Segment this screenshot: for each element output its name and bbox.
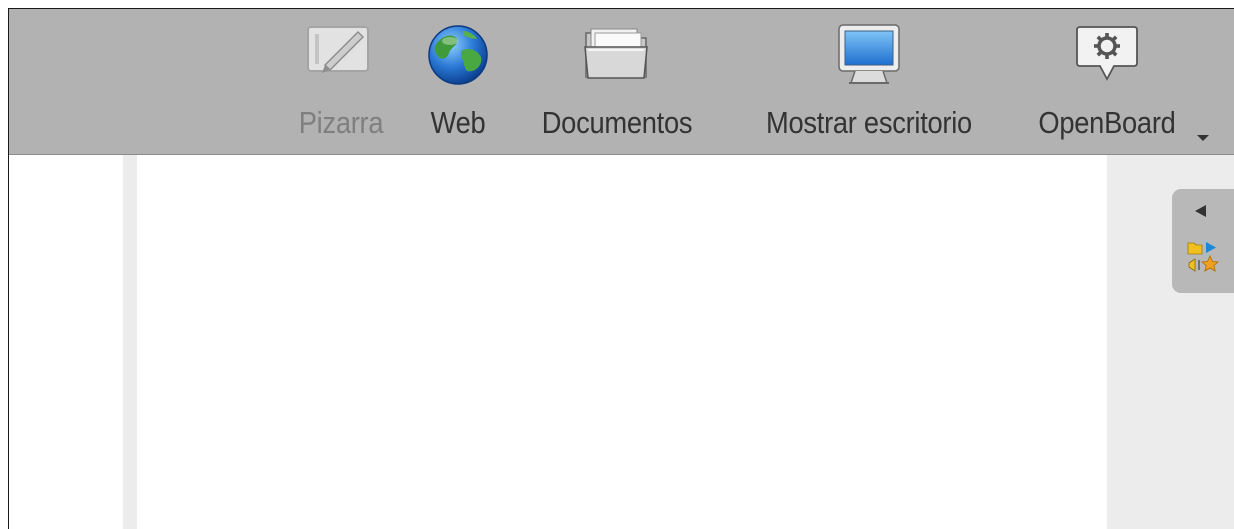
mostrar-escritorio-button[interactable]: Mostrar escritorio [733, 9, 1005, 155]
left-page-edge [123, 155, 137, 529]
folder-icon [584, 28, 648, 79]
chevron-down-icon[interactable] [1197, 135, 1209, 141]
openboard-label: OpenBoard [1038, 105, 1176, 140]
gear-speech-bubble-icon [1076, 26, 1138, 81]
pizarra-button[interactable]: Pizarra [284, 9, 398, 155]
library-palette-tab[interactable] [1172, 189, 1234, 293]
web-label: Web [430, 105, 486, 140]
triangle-left-icon[interactable] [1195, 205, 1206, 217]
mostrar-escritorio-label: Mostrar escritorio [766, 105, 972, 140]
web-button[interactable]: Web [417, 9, 499, 155]
library-icon [1187, 242, 1219, 272]
openboard-menu-button[interactable]: OpenBoard [1021, 9, 1193, 155]
monitor-icon [838, 24, 900, 84]
documentos-button[interactable]: Documentos [517, 9, 717, 155]
globe-icon [428, 25, 488, 85]
app-window: Pizarra Web Documentos Mostrar escritori… [8, 8, 1234, 529]
left-pane [9, 155, 123, 529]
board-canvas[interactable] [137, 155, 1107, 529]
documentos-label: Documentos [541, 105, 693, 140]
main-toolbar: Pizarra Web Documentos Mostrar escritori… [9, 9, 1234, 155]
whiteboard-pen-icon [307, 26, 369, 73]
pizarra-label: Pizarra [298, 105, 384, 140]
